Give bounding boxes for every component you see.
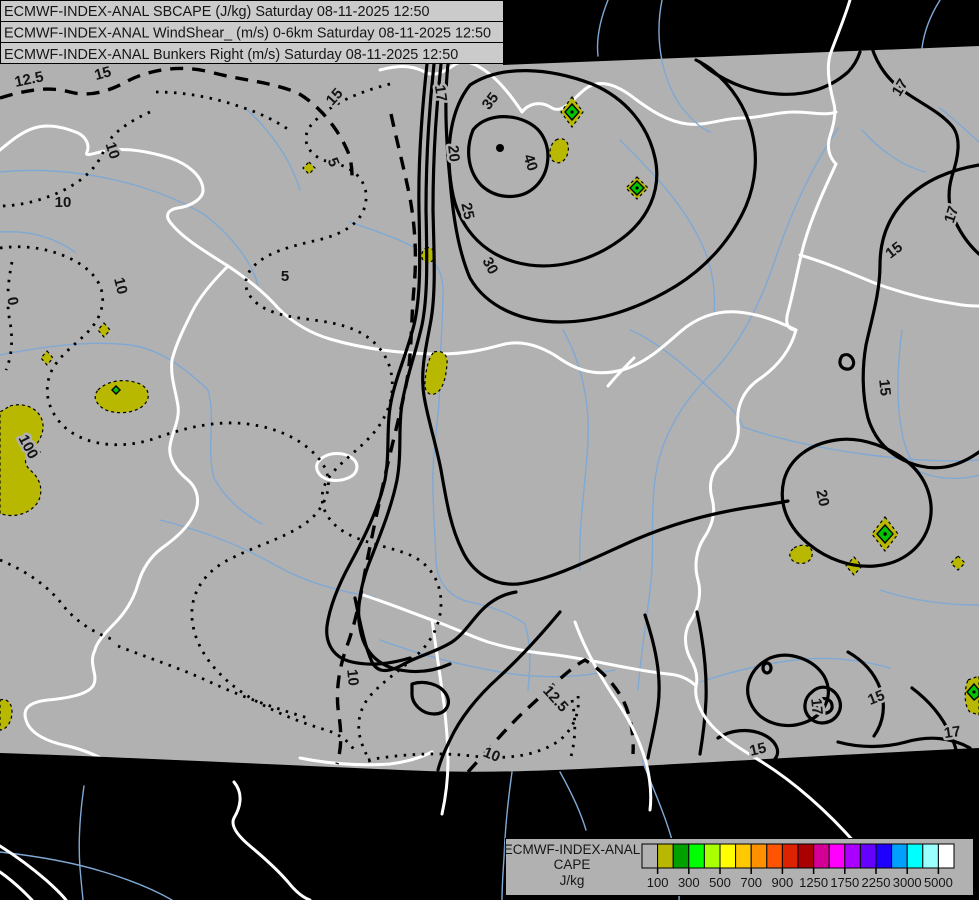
contour-label: 10 (343, 668, 362, 686)
legend-color-cell (844, 843, 861, 869)
title-bunkers-text: ECMWF-INDEX-ANAL Bunkers Right (m/s) Sat… (4, 47, 458, 63)
legend-color-cell (719, 843, 737, 869)
contour-label: 20 (812, 488, 832, 508)
legend-tick-label: 100 (647, 875, 669, 890)
title-sbcape-text: ECMWF-INDEX-ANAL SBCAPE (J/kg) Saturday … (4, 4, 429, 20)
legend-color-cell (922, 843, 939, 869)
legend-color-cell (735, 843, 752, 869)
weather-map-canvas: 12.5 15 15 17 20 25 30 35 40 17 17 15 15… (0, 0, 979, 900)
legend-color-cell (797, 843, 815, 869)
contour-max-dot (496, 144, 504, 152)
contour-label: 17 (431, 84, 450, 103)
legend-color-cell (750, 843, 768, 869)
contour-label: 5 (281, 268, 289, 285)
legend-tick-label: 900 (772, 875, 794, 890)
contour-label: 20 (444, 144, 463, 162)
legend-title-line2: CAPE (554, 857, 591, 872)
legend-color-cell (891, 843, 908, 869)
legend-color-cell (875, 843, 893, 869)
contour-label: 17 (943, 723, 962, 742)
title-bars: ECMWF-INDEX-ANAL SBCAPE (J/kg) Saturday … (0, 0, 504, 64)
legend-color-cell (781, 843, 799, 869)
legend-tick-label: 1750 (830, 875, 859, 890)
legend-color-cell (828, 843, 846, 869)
legend-title-line1: ECMWF-INDEX-ANAL (504, 842, 641, 857)
legend-color-cell (766, 843, 783, 869)
legend-color-cell (657, 843, 674, 869)
legend-color-cell (813, 843, 830, 869)
contour-label: 15 (875, 378, 894, 396)
legend-tick-label: 700 (740, 875, 762, 890)
contour-label: 17 (807, 697, 826, 715)
title-windshear-text: ECMWF-INDEX-ANAL WindShear_ (m/s) 0-6km … (4, 26, 491, 42)
legend-tick-label: 5000 (924, 875, 953, 890)
legend-color-cell (859, 843, 877, 869)
weather-map-screenshot: 12.5 15 15 17 20 25 30 35 40 17 17 15 15… (0, 0, 979, 900)
legend-color-cell (641, 843, 659, 869)
legend-tick-label: 2250 (862, 875, 891, 890)
contour-label: 25 (457, 201, 477, 221)
contour-label: 10 (55, 194, 72, 211)
legend-tick-label: 3000 (893, 875, 922, 890)
legend-tick-label: 500 (709, 875, 731, 890)
cape-legend: ECMWF-INDEX-ANAL CAPE J/kg 100 300 500 700 9… (504, 838, 974, 896)
legend-title-line3: J/kg (560, 873, 585, 888)
legend-color-cell (906, 843, 924, 869)
legend-color-cell (937, 843, 955, 869)
legend-color-cell (688, 843, 705, 869)
legend-tick-label: 1250 (799, 875, 828, 890)
legend-color-cell (703, 843, 721, 869)
legend-tick-label: 300 (678, 875, 700, 890)
legend-color-cell (672, 843, 690, 869)
